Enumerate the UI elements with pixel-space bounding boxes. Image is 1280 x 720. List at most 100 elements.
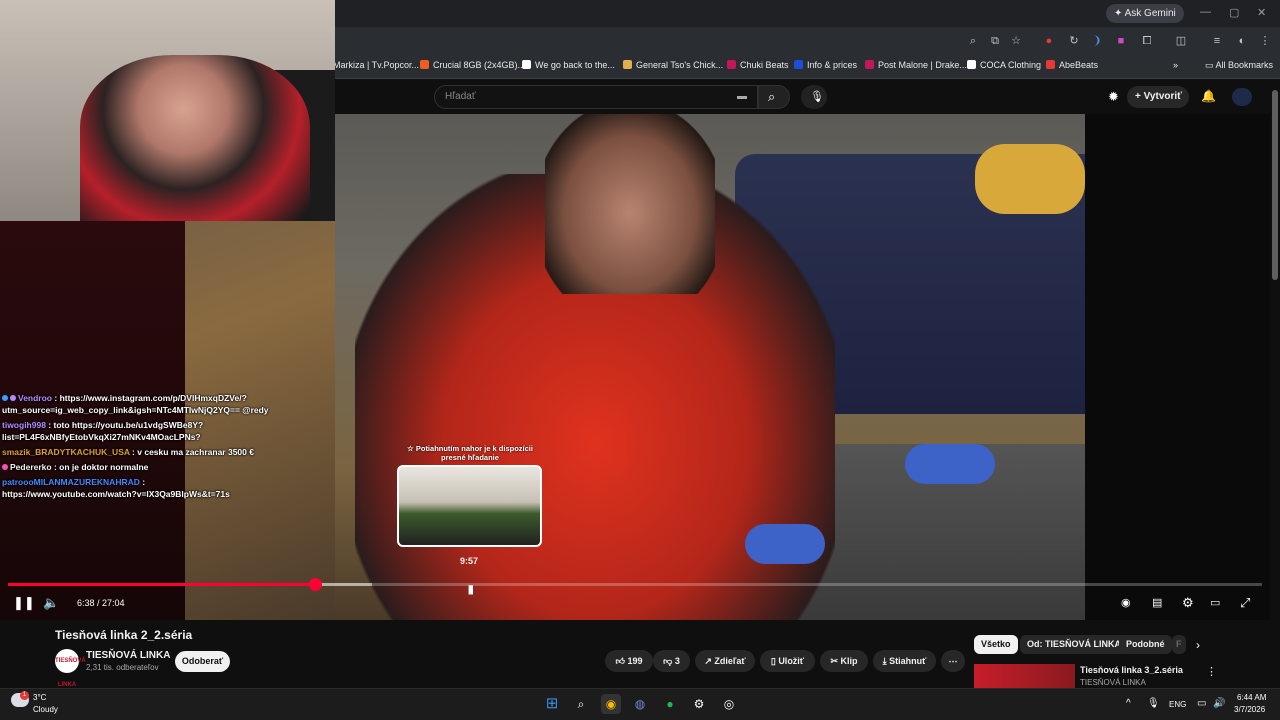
bookmark-item[interactable]: AbeBeats (1046, 60, 1098, 70)
create-button[interactable]: + Vytvoriť (1127, 86, 1189, 108)
badge-icon (2, 395, 8, 401)
side-panel-icon[interactable]: ◫ (1174, 34, 1188, 48)
thumbs-down-icon: 👎︎ (663, 656, 675, 666)
zoom-icon[interactable]: ⌕ (966, 34, 980, 48)
speaker-icon[interactable]: 🔊 (1213, 698, 1225, 709)
bookmark-item[interactable]: Info & prices (794, 60, 857, 70)
dislike-button[interactable]: 👎︎ 3 (653, 650, 690, 672)
bookmark-item[interactable]: Chuki Beats (727, 60, 789, 70)
share-icon: ↗ (704, 656, 715, 666)
bookmark-item[interactable]: COCA Clothing (967, 60, 1041, 70)
minimize-icon[interactable]: — (1200, 6, 1211, 18)
more-actions-button[interactable]: ⋯ (941, 650, 965, 672)
extension-icon[interactable]: ■ (1114, 34, 1128, 48)
puzzle-icon[interactable]: ⧠ (1140, 34, 1154, 48)
all-bookmarks-button[interactable]: ▭ All Bookmarks (1205, 60, 1273, 71)
subtitles-icon[interactable]: ▤ (1152, 596, 1162, 610)
video-title: Tiesňová linka 2_2.séria (55, 628, 193, 642)
profile-avatar-icon[interactable]: ◐ (1235, 34, 1249, 48)
search-icon: ⌕ (768, 89, 776, 104)
clock-date[interactable]: 3/7/2026 (1234, 705, 1265, 714)
bookmark-item[interactable]: Post Malone | Drake... (865, 60, 967, 70)
volume-icon[interactable]: 🔈 (43, 596, 59, 610)
recommended-thumbnail[interactable] (974, 664, 1075, 688)
maximize-icon[interactable]: ▢ (1229, 6, 1239, 19)
streamer-webcam (0, 0, 335, 221)
pause-icon[interactable]: ❚❚ (13, 596, 35, 610)
discord-icon[interactable]: ◍ (630, 694, 650, 714)
extension-gear-icon[interactable]: ✹ (1108, 89, 1119, 105)
seek-preview-thumbnail (397, 465, 542, 547)
chip-related[interactable]: Podobné (1119, 635, 1172, 654)
chip-all[interactable]: Všetko (974, 635, 1018, 654)
clip-button[interactable]: ✂ Klip (820, 650, 868, 672)
chevron-right-icon[interactable]: › (1196, 638, 1200, 652)
ask-gemini-label: Ask Gemini (1124, 8, 1176, 19)
autoplay-toggle-icon[interactable]: ◉ (1121, 596, 1131, 610)
spotify-icon[interactable]: ● (660, 694, 680, 714)
more-icon: ⋯ (948, 656, 958, 666)
channel-name[interactable]: TIESŇOVÁ LINKA (86, 650, 170, 661)
bell-icon[interactable]: 🔔 (1201, 89, 1216, 103)
settings-icon[interactable]: ⚙ (1182, 596, 1194, 610)
save-button[interactable]: ▯ Uložiť (760, 650, 815, 672)
extension-icon[interactable]: ↻ (1067, 34, 1081, 48)
extension-icon[interactable]: ● (1042, 34, 1056, 48)
app-icon[interactable]: ◎ (719, 694, 739, 714)
media-icon[interactable]: ≡ (1210, 34, 1224, 48)
bookmark-item[interactable]: We go back to the... (522, 60, 615, 70)
bookmark-item[interactable]: Markiza | Tv.Popcor... (333, 60, 419, 70)
chip-partial[interactable]: F (1172, 635, 1186, 654)
progress-played (8, 583, 316, 586)
ask-gemini-button[interactable]: ✦ Ask Gemini (1106, 4, 1184, 23)
page-scrollbar[interactable] (1272, 90, 1278, 280)
voice-search-button[interactable]: 🎙 (801, 85, 827, 109)
chat-overlay: Vendroo : https://www.instagram.com/p/DV… (2, 392, 272, 503)
recommended-title[interactable]: Tiesňová linka 3_2.séria (1080, 665, 1183, 675)
chip-from-channel[interactable]: Od: TIESŇOVÁ LINKA (1020, 635, 1128, 654)
fullscreen-icon[interactable]: ⤢ (1240, 596, 1250, 610)
seek-preview-time: 9:57 (459, 556, 478, 566)
mic-icon: 🎙 (810, 91, 824, 103)
badge-icon (2, 464, 8, 470)
glove (745, 524, 825, 564)
search-button[interactable]: ⌕ (758, 85, 790, 109)
star-icon[interactable]: ☆ (1009, 34, 1023, 48)
extension-icon[interactable]: ❩ (1090, 34, 1104, 48)
install-icon[interactable]: ⧉ (988, 34, 1002, 48)
scissors-icon: ✂ (830, 656, 841, 666)
search-icon[interactable]: ⌕ (571, 694, 591, 714)
search-input[interactable]: Hľadať ▬ (434, 85, 758, 109)
theater-mode-icon[interactable]: ▭ (1210, 596, 1220, 610)
input-language[interactable]: ENG (1169, 700, 1186, 709)
user-avatar[interactable] (1232, 88, 1252, 106)
pillow (975, 144, 1085, 214)
chrome-icon[interactable]: ◉ (601, 694, 621, 714)
weather-temperature: 3°C (33, 693, 47, 702)
close-icon[interactable]: ✕ (1257, 6, 1266, 19)
recommended-menu-icon[interactable]: ⋮ (1206, 665, 1217, 678)
keyboard-icon[interactable]: ▬ (737, 86, 747, 108)
microphone-icon[interactable]: 🎙 (1147, 698, 1160, 709)
recommended-channel: TIESŇOVÁ LINKA (1080, 678, 1146, 687)
subscribe-button[interactable]: Odoberať (175, 651, 230, 672)
channel-avatar[interactable]: TIESŇOVÁ LINKA (55, 649, 86, 688)
bookmarks-overflow-icon[interactable]: » (1173, 60, 1178, 70)
bookmark-item[interactable]: Crucial 8GB (2x4GB)... (420, 60, 525, 70)
like-button[interactable]: 👍︎ 199 (605, 650, 653, 672)
share-button[interactable]: ↗ Zdieľať (695, 650, 755, 672)
streamer (80, 55, 310, 221)
clock-time[interactable]: 6:44 AM (1237, 693, 1266, 702)
chat-message: Vendroo : https://www.instagram.com/p/DV… (2, 393, 269, 415)
network-icon[interactable]: ▭ (1197, 698, 1206, 709)
bookmark-item[interactable]: General Tso's Chick... (623, 60, 723, 70)
chat-message: Pedererko : on je doktor normalne (2, 461, 272, 473)
weather-description: Cloudy (33, 705, 58, 714)
folder-icon: ▭ (1205, 60, 1216, 70)
steam-icon[interactable]: ⚙ (689, 694, 709, 714)
menu-icon[interactable]: ⋮ (1258, 34, 1272, 48)
windows-start-icon[interactable]: ⊞ (542, 694, 562, 714)
download-button[interactable]: ⤓ Stiahnuť (873, 650, 936, 672)
tray-overflow-icon[interactable]: ^ (1126, 698, 1131, 709)
chat-message: tiwogih998 : toto https://youtu.be/u1vdg… (2, 420, 204, 442)
